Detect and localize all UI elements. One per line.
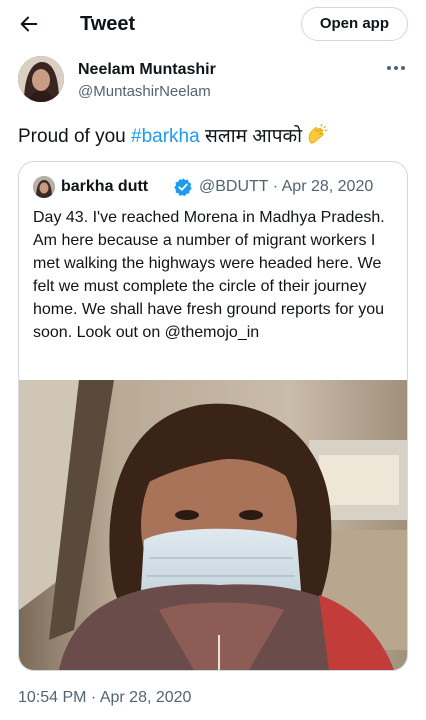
- open-app-button[interactable]: Open app: [300, 7, 408, 41]
- verified-badge-icon: [174, 178, 192, 196]
- author-name[interactable]: Neelam Muntashir: [78, 60, 216, 80]
- more-icon: [387, 66, 405, 70]
- clap-emoji-icon: [306, 124, 328, 146]
- quoted-tweet-text: Day 43. I've reached Morena in Madhya Pr…: [33, 209, 385, 341]
- tweet-author: Neelam Muntashir @MuntashirNeelam: [18, 56, 410, 104]
- tweet-text-before: Proud of you: [18, 126, 132, 147]
- hashtag-link[interactable]: #barkha: [131, 126, 200, 147]
- tweet-timestamp: 10:54 PM · Apr 28, 2020: [18, 689, 192, 706]
- quoted-avatar[interactable]: [33, 176, 55, 198]
- tweet-photo[interactable]: [19, 380, 407, 670]
- tweet-text: Proud of you #barkha सलाम आपको: [18, 124, 410, 149]
- back-button[interactable]: [16, 11, 42, 37]
- quoted-tweet-header: barkha dutt @BDUTT · Apr 28, 2020: [33, 176, 403, 198]
- tweet-text-after: सलाम आपको: [199, 126, 302, 147]
- page-title: Tweet: [80, 13, 136, 35]
- arrow-left-icon: [20, 16, 38, 32]
- avatar[interactable]: [18, 56, 64, 102]
- top-bar: Tweet Open app: [0, 0, 426, 48]
- more-button[interactable]: [384, 56, 408, 80]
- quoted-author-name[interactable]: barkha dutt: [61, 177, 148, 197]
- quoted-tweet[interactable]: barkha dutt @BDUTT · Apr 28, 2020 Day 43…: [18, 161, 408, 671]
- quoted-handle-date: @BDUTT · Apr 28, 2020: [199, 178, 374, 195]
- author-handle[interactable]: @MuntashirNeelam: [78, 82, 211, 102]
